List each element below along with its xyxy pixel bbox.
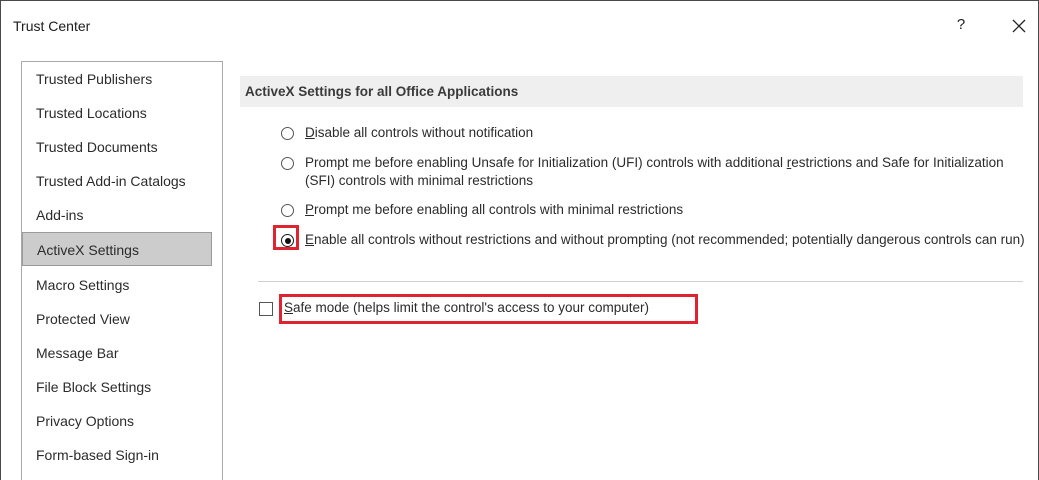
sidebar-item-form-based-sign-in[interactable]: Form-based Sign-in	[22, 438, 222, 472]
close-button[interactable]	[1005, 12, 1033, 40]
radio-button[interactable]	[281, 127, 294, 140]
sidebar-item-message-bar[interactable]: Message Bar	[22, 336, 222, 370]
radio-label: Prompt me before enabling Unsafe for Ini…	[305, 155, 1004, 188]
sidebar-item-trusted-add-in-catalogs[interactable]: Trusted Add-in Catalogs	[22, 164, 222, 198]
radio-label: Disable all controls without notificatio…	[305, 125, 534, 140]
sidebar-item-macro-settings[interactable]: Macro Settings	[22, 268, 222, 302]
selected-radio-highlight-box	[273, 225, 299, 250]
sidebar-item-privacy-options[interactable]: Privacy Options	[22, 404, 222, 438]
sidebar-item-trusted-documents[interactable]: Trusted Documents	[22, 130, 222, 164]
divider	[258, 281, 1023, 282]
safe-mode-label[interactable]: Safe mode (helps limit the control's acc…	[284, 300, 649, 315]
section-header: ActiveX Settings for all Office Applicat…	[240, 76, 1023, 107]
radio-button[interactable]	[281, 204, 294, 217]
radio-button[interactable]	[281, 157, 294, 170]
dialog-title: Trust Center	[13, 18, 91, 34]
sidebar-item-activex-settings[interactable]: ActiveX Settings	[22, 232, 212, 266]
sidebar-nav: Trusted Publishers Trusted Locations Tru…	[21, 61, 223, 480]
sidebar-item-protected-view[interactable]: Protected View	[22, 302, 222, 336]
radio-label: Prompt me before enabling all controls w…	[305, 202, 684, 217]
sidebar-item-trusted-locations[interactable]: Trusted Locations	[22, 96, 222, 130]
safe-mode-checkbox[interactable]	[259, 302, 273, 316]
close-icon	[1012, 19, 1026, 33]
radio-label: Enable all controls without restrictions…	[305, 232, 1025, 247]
trust-center-dialog: Trust Center ? Trusted Publishers Truste…	[0, 0, 1039, 480]
sidebar-item-add-ins[interactable]: Add-ins	[22, 198, 222, 232]
sidebar-item-trusted-publishers[interactable]: Trusted Publishers	[22, 62, 222, 96]
sidebar-item-file-block-settings[interactable]: File Block Settings	[22, 370, 222, 404]
title-bar: Trust Center ?	[1, 1, 1038, 51]
activex-settings-panel: ActiveX Settings for all Office Applicat…	[224, 61, 1034, 480]
help-button[interactable]: ?	[951, 14, 971, 36]
